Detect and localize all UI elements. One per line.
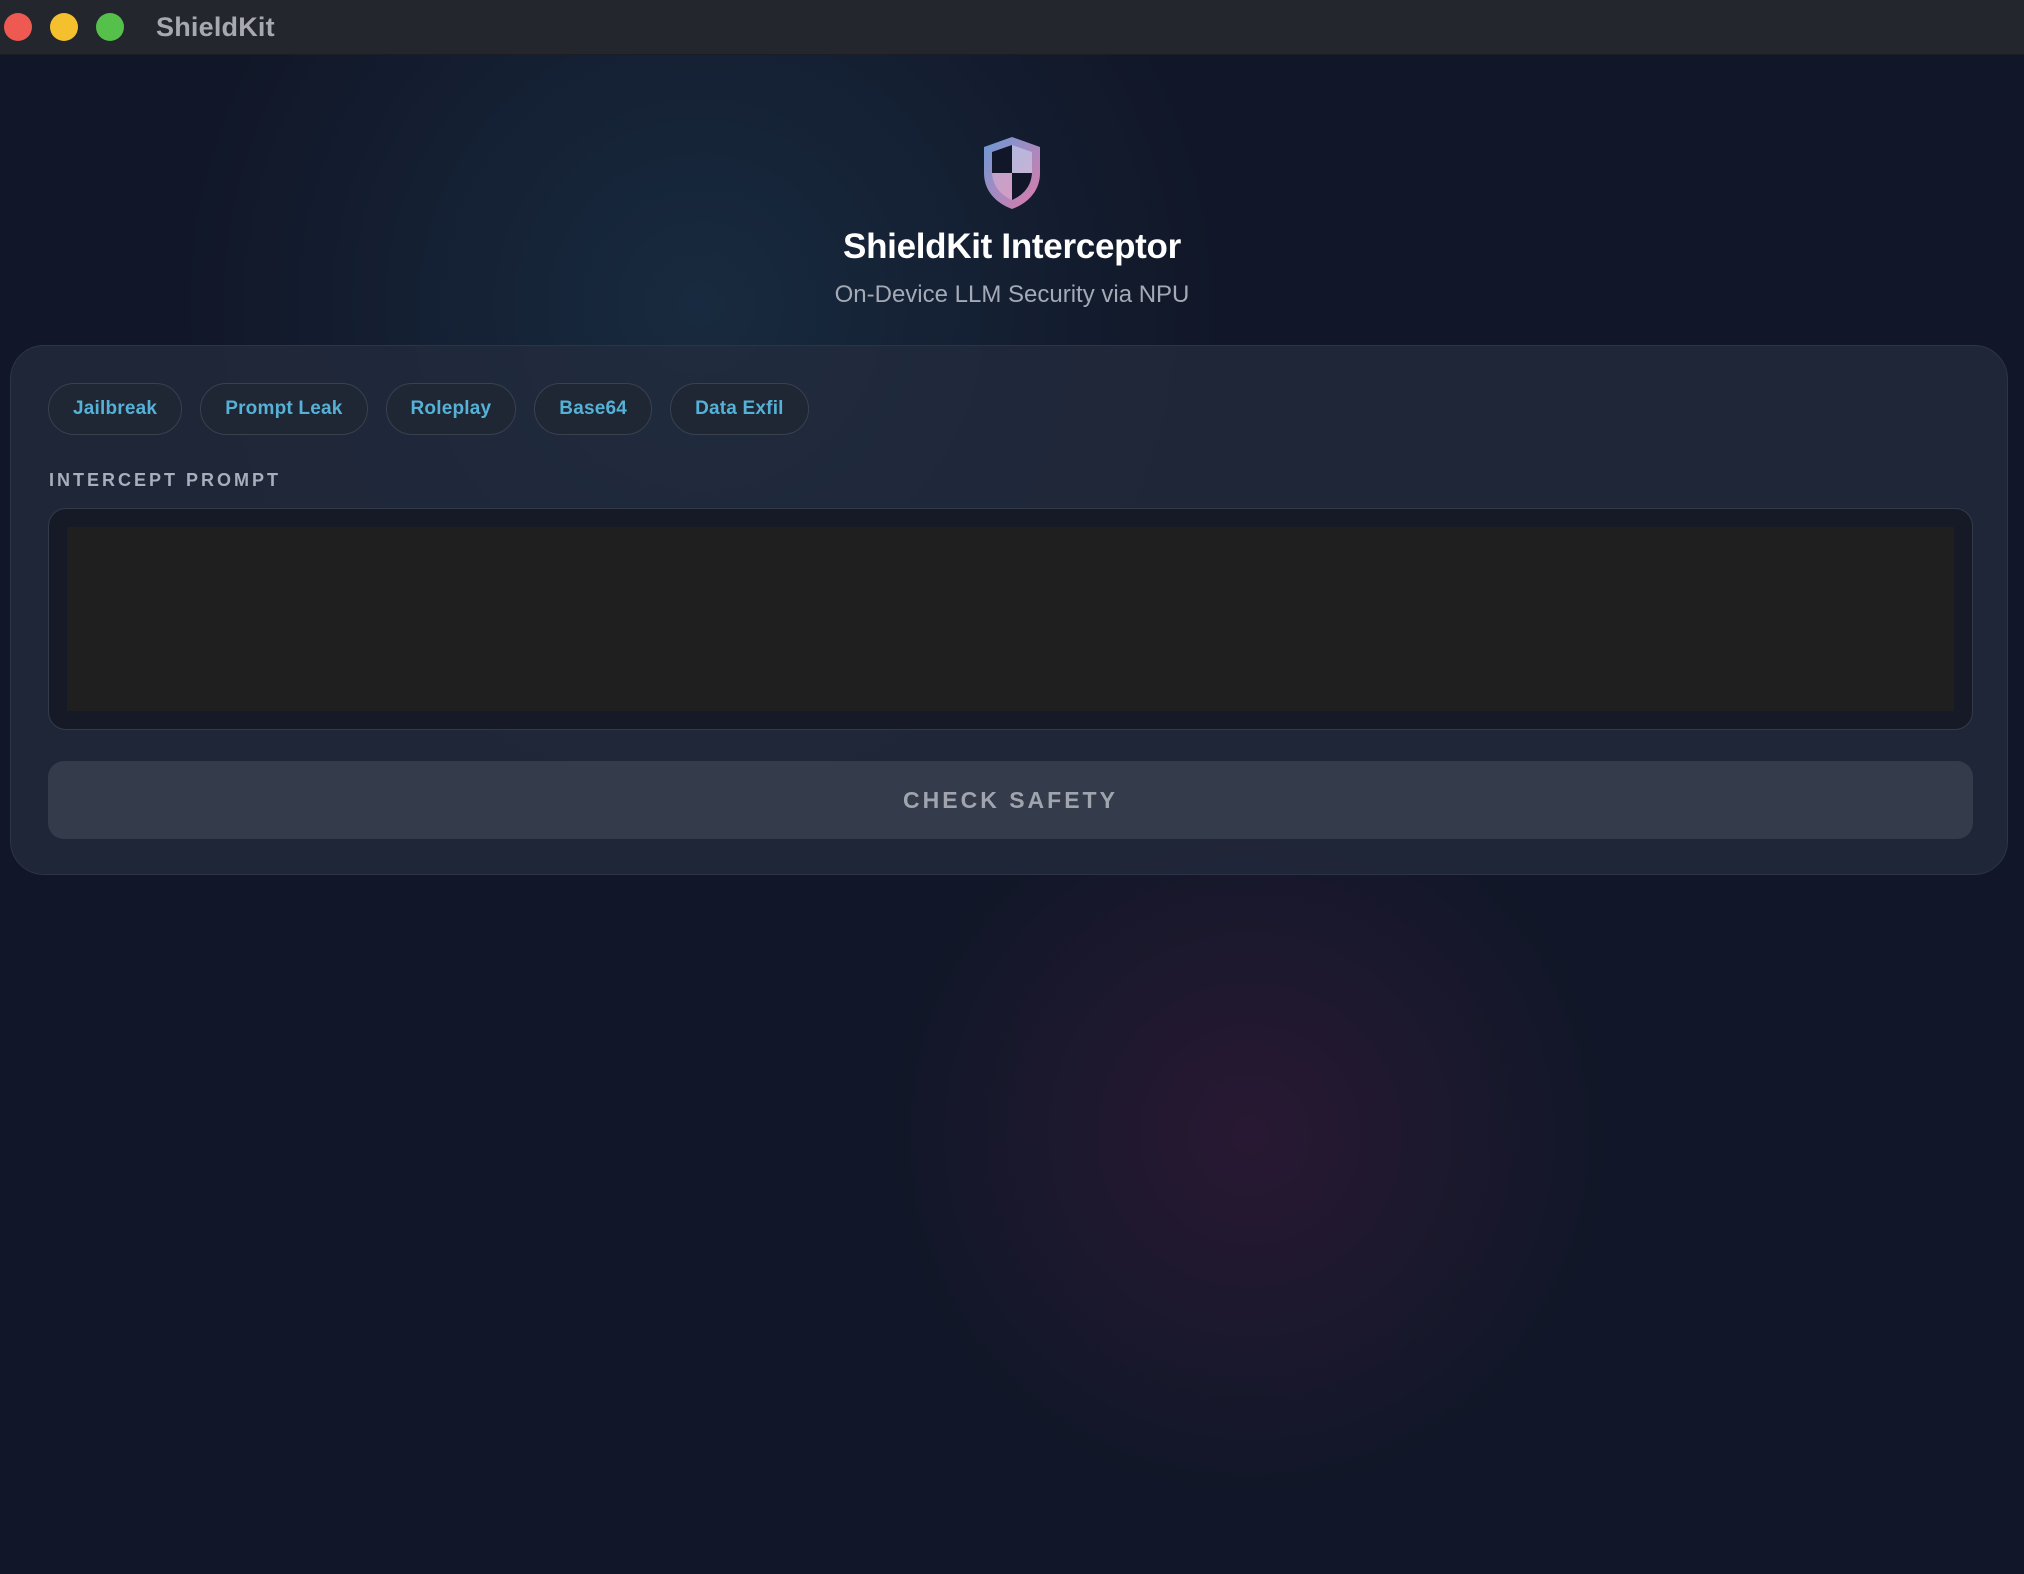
- prompt-input[interactable]: [67, 527, 1954, 711]
- close-window-button[interactable]: [4, 13, 32, 41]
- chip-jailbreak[interactable]: Jailbreak: [48, 383, 183, 435]
- interceptor-card: Jailbreak Prompt Leak Roleplay Base64 Da…: [10, 345, 2008, 875]
- header: ShieldKit Interceptor On-Device LLM Secu…: [0, 135, 2024, 309]
- chip-data-exfil[interactable]: Data Exfil: [670, 383, 809, 435]
- preset-chips: Jailbreak Prompt Leak Roleplay Base64 Da…: [48, 383, 827, 435]
- minimize-window-button[interactable]: [50, 13, 78, 41]
- main-content: ShieldKit Interceptor On-Device LLM Secu…: [0, 55, 2024, 1574]
- shield-icon: [984, 137, 1040, 209]
- app-name: ShieldKit: [156, 11, 275, 42]
- maximize-window-button[interactable]: [96, 13, 124, 41]
- check-safety-button[interactable]: CHECK SAFETY: [48, 761, 1973, 839]
- window-controls: [4, 13, 142, 41]
- title-bar: ShieldKit: [0, 0, 2024, 55]
- chip-roleplay[interactable]: Roleplay: [385, 383, 517, 435]
- chip-prompt-leak[interactable]: Prompt Leak: [200, 383, 368, 435]
- prompt-field-container: [48, 508, 1973, 730]
- page-subtitle: On-Device LLM Security via NPU: [834, 281, 1190, 308]
- chip-base64[interactable]: Base64: [534, 383, 653, 435]
- prompt-label: INTERCEPT PROMPT: [49, 470, 282, 490]
- page-title: ShieldKit Interceptor: [843, 227, 1181, 266]
